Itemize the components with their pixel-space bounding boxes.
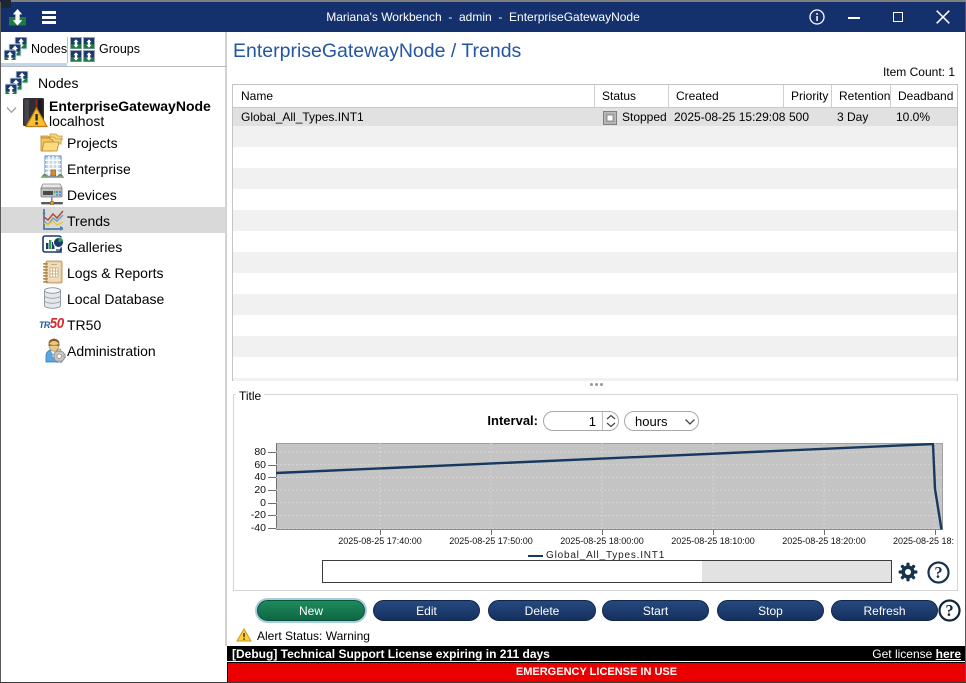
svg-text:?: ?	[945, 601, 953, 620]
svg-text:?: ?	[934, 563, 942, 582]
